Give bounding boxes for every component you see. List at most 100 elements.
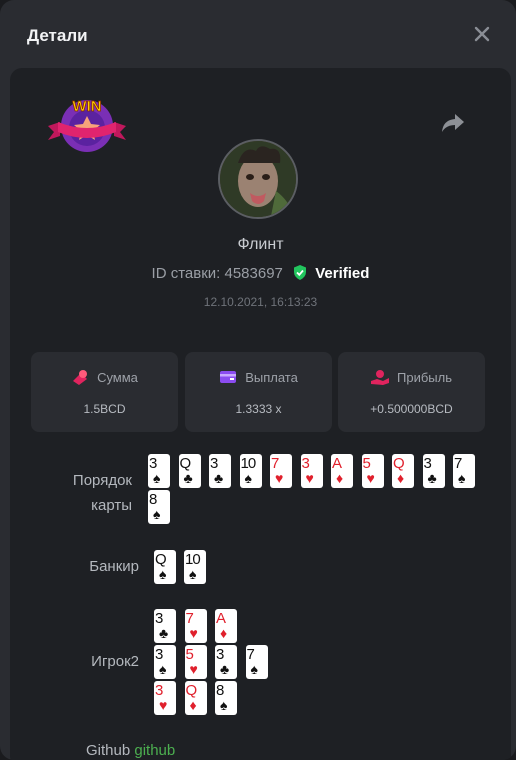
card-suit: ♥ [189, 661, 198, 677]
stat-profit-label: Прибыль [397, 370, 452, 385]
card-order-card: 8 ♠ [148, 490, 170, 524]
card-order-card: 5 ♥ [361, 454, 384, 488]
card-rank: Q [155, 551, 167, 568]
card-order-card: 3 ♣ [422, 454, 445, 488]
close-icon[interactable] [474, 26, 490, 42]
player2-card: 3 ♥ [154, 681, 176, 715]
card-suit: ♥ [275, 470, 284, 486]
player2-card: 5 ♥ [184, 645, 207, 679]
card-rank: 3 [155, 610, 163, 627]
card-rank: 3 [301, 455, 310, 472]
player2-card: Q ♦ [184, 681, 207, 715]
card-suit: ♣ [159, 625, 169, 641]
share-icon[interactable] [441, 112, 465, 134]
card-suit: ♠ [153, 470, 161, 486]
profit-hand-icon [371, 370, 389, 385]
card-rank: Q [185, 682, 198, 699]
card-order-card: A ♦ [331, 454, 353, 488]
verified-label: Verified [315, 265, 370, 282]
wallet-icon [220, 371, 237, 383]
card-rank: 10 [185, 551, 201, 568]
username: Флинт [237, 236, 284, 253]
stat-payout: Выплата 1.3333 x [185, 352, 332, 432]
verified-shield-icon [294, 265, 307, 280]
banker-card: 10 ♠ [184, 550, 206, 584]
player2-card: 3 ♣ [154, 609, 176, 643]
player2-card: A ♦ [215, 609, 237, 643]
avatar [218, 139, 298, 219]
card-order-card: 7 ♠ [453, 454, 475, 488]
card-suit: ♠ [250, 661, 258, 677]
card-order-card: 3 ♥ [300, 454, 323, 488]
stat-amount-value: 1.5BCD [83, 402, 126, 416]
card-rank: 3 [216, 646, 224, 663]
card-rank: Q [393, 455, 405, 472]
card-rank: 3 [149, 455, 157, 472]
card-suit: ♠ [159, 566, 167, 582]
bet-id-row: ID ставки: 4583697 Verified [10, 265, 511, 282]
card-rank: 7 [246, 646, 255, 663]
card-rank: 10 [240, 455, 257, 472]
card-suit: ♠ [159, 661, 167, 677]
card-rank: 5 [185, 646, 194, 663]
player2-card: 3 ♣ [215, 645, 237, 679]
card-order-card: 7 ♥ [270, 454, 292, 488]
card-order-card: 3 ♠ [148, 454, 170, 488]
card-suit: ♠ [458, 470, 466, 486]
card-suit: ♥ [305, 470, 314, 486]
bet-id-label: ID ставки: [151, 265, 221, 282]
card-suit: ♦ [189, 697, 197, 713]
avatar-image [220, 141, 296, 217]
card-rank: 7 [185, 610, 194, 627]
card-suit: ♥ [189, 625, 198, 641]
win-badge-icon: WIN [48, 98, 126, 152]
card-suit: ♣ [427, 470, 437, 486]
details-modal: Детали WIN Флинт ID ставки: 4583697 Veri… [0, 0, 516, 760]
card-rank: A [216, 610, 226, 627]
card-rank: 3 [423, 455, 432, 472]
card-suit: ♣ [220, 661, 230, 677]
details-panel: WIN Флинт ID ставки: 4583697 Verified 12… [10, 68, 511, 760]
bet-id-value[interactable]: 4583697 [225, 265, 283, 282]
card-rank: 3 [155, 682, 163, 699]
card-suit: ♦ [336, 470, 344, 486]
win-badge-text: WIN [72, 98, 101, 115]
card-suit: ♥ [159, 697, 168, 713]
card-suit: ♦ [220, 625, 228, 641]
stat-amount: Сумма 1.5BCD [31, 352, 178, 432]
stat-profit-value: +0.500000BCD [370, 402, 453, 416]
card-suit: ♥ [366, 470, 375, 486]
banker-card: Q ♠ [154, 550, 176, 584]
card-rank: 3 [155, 646, 163, 663]
card-suit: ♣ [183, 470, 193, 486]
card-rank: 7 [454, 455, 462, 472]
stat-payout-value: 1.3333 x [235, 402, 282, 416]
coins-icon [73, 370, 88, 385]
card-order-card: 10 ♠ [239, 454, 262, 488]
card-rank: A [332, 455, 342, 472]
stat-payout-label: Выплата [245, 370, 298, 385]
player2-card: 7 ♥ [184, 609, 207, 643]
card-rank: 5 [362, 455, 371, 472]
stat-profit: Прибыль +0.500000BCD [338, 352, 485, 432]
stat-amount-label: Сумма [97, 370, 138, 385]
banker-label: Банкир [89, 558, 139, 575]
card-rank: 8 [149, 491, 157, 508]
card-order-card: Q ♣ [178, 454, 201, 488]
card-order-card: 3 ♣ [209, 454, 231, 488]
card-suit: ♠ [220, 697, 228, 713]
card-suit: ♦ [397, 470, 405, 486]
modal-title: Детали [27, 26, 88, 45]
card-order-label: Порядок карты [72, 472, 132, 514]
card-suit: ♣ [214, 470, 224, 486]
player2-card: 7 ♠ [245, 645, 268, 679]
card-rank: 3 [210, 455, 218, 472]
player2-card: 3 ♠ [154, 645, 176, 679]
footer-text: Github github [86, 742, 176, 759]
card-rank: 7 [271, 455, 279, 472]
card-order-card: Q ♦ [392, 454, 414, 488]
card-rank: Q [179, 455, 192, 472]
card-rank: 8 [216, 682, 224, 699]
card-suit: ♠ [244, 470, 252, 486]
card-suit: ♠ [189, 566, 197, 582]
